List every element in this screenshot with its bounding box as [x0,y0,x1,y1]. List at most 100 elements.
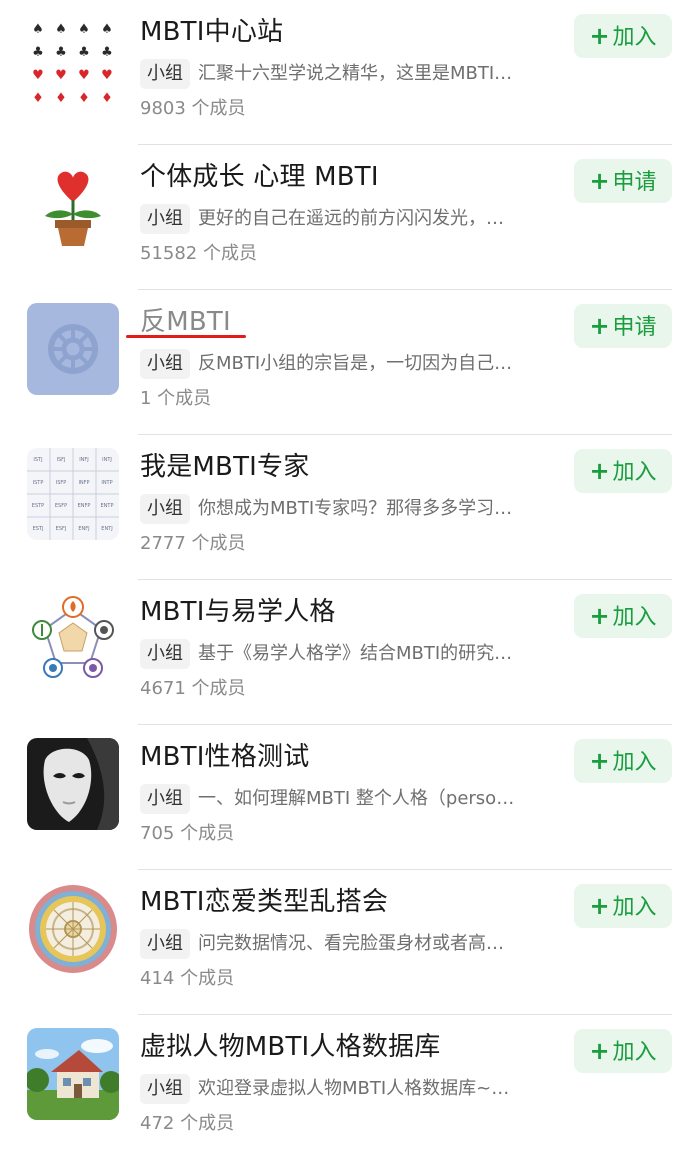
apply-button-label: 申请 [612,315,657,340]
svg-text:ISFJ: ISFJ [57,457,66,463]
group-description: 基于《易学人格学》结合MBTI的研究… [198,643,513,664]
plus-icon: + [589,1037,610,1065]
member-count: 1 个成员 [140,388,212,409]
highlight-underline [126,335,246,338]
svg-text:ENTJ: ENTJ [101,526,112,532]
group-description: 更好的自己在遥远的前方闪闪发光，… [198,208,504,229]
svg-text:♠: ♠ [32,22,44,37]
svg-text:ISTJ: ISTJ [33,457,42,463]
svg-text:♠: ♠ [55,22,67,37]
group-row-mbti-center[interactable]: ♠ ♠ ♠ ♠ ♣ ♣ ♣ ♣ ♥ ♥ ♥ ♥ ♦ ♦ ♦ ♦ MBTI中心站 … [0,0,700,145]
member-count: 51582 个成员 [140,243,257,264]
group-row-mbti-expert[interactable]: ISTJ ISFJ INFJ INTJ ISTP ISFP INFP INTP ESTP ES… [0,435,700,580]
white-mask-photo-icon[interactable] [27,738,119,830]
group-name[interactable]: 我是MBTI专家 [140,449,309,485]
svg-text:♦: ♦ [101,91,113,105]
svg-text:♣: ♣ [55,45,67,60]
group-type-tag: 小组 [140,59,190,89]
anime-house-scene-icon[interactable] [27,1028,119,1120]
join-button-label: 加入 [612,605,657,630]
svg-text:♣: ♣ [32,45,44,60]
group-type-tag: 小组 [140,929,190,959]
default-group-icon[interactable] [27,303,119,395]
plus-icon: + [589,457,610,485]
heart-flower-pot-icon[interactable] [27,158,119,250]
join-button-label: 加入 [612,1040,657,1065]
svg-text:ESTJ: ESTJ [33,526,44,532]
group-name[interactable]: 个体成长 心理 MBTI [140,159,379,195]
group-row-personal-growth[interactable]: 个体成长 心理 MBTI 小组 更好的自己在遥远的前方闪闪发光，… 51582 … [0,145,700,290]
plus-icon: + [589,312,610,340]
svg-text:INFJ: INFJ [79,457,89,463]
group-list: ♠ ♠ ♠ ♠ ♣ ♣ ♣ ♣ ♥ ♥ ♥ ♥ ♦ ♦ ♦ ♦ MBTI中心站 … [0,0,700,1154]
group-description: 欢迎登录虚拟人物MBTI人格数据库~… [198,1078,510,1099]
svg-text:ENFP: ENFP [78,503,91,509]
svg-text:♥: ♥ [78,68,90,83]
svg-text:♣: ♣ [78,45,90,60]
group-type-tag: 小组 [140,784,190,814]
plus-icon: + [589,167,610,195]
svg-text:INTJ: INTJ [102,457,112,463]
svg-text:♦: ♦ [55,91,67,105]
svg-text:ISTP: ISTP [33,480,44,486]
circular-mandala-icon[interactable] [27,883,119,975]
svg-text:♠: ♠ [101,22,113,37]
svg-text:INFP: INFP [78,480,89,486]
svg-text:♥: ♥ [32,68,44,83]
group-type-tag: 小组 [140,204,190,234]
group-row-mbti-yixue[interactable]: MBTI与易学人格 小组 基于《易学人格学》结合MBTI的研究… 4671 个成… [0,580,700,725]
svg-text:♠: ♠ [78,22,90,37]
group-name[interactable]: 虚拟人物MBTI人格数据库 [140,1029,440,1065]
plus-icon: + [589,22,610,50]
svg-text:INTP: INTP [101,480,112,486]
group-description: 你想成为MBTI专家吗？那得多多学习… [198,498,513,519]
svg-text:ENTP: ENTP [101,503,114,509]
group-description: 反MBTI小组的宗旨是，一切因为自己… [198,353,513,374]
svg-text:♦: ♦ [78,91,90,105]
join-button[interactable]: + 加入 [574,449,672,493]
group-row-anti-mbti[interactable]: 反MBTI 小组 反MBTI小组的宗旨是，一切因为自己… 1 个成员 + 申请 [0,290,700,435]
svg-text:♥: ♥ [101,68,113,83]
join-button[interactable]: + 加入 [574,14,672,58]
member-count: 705 个成员 [140,823,235,844]
group-name[interactable]: MBTI与易学人格 [140,594,336,630]
group-type-tag: 小组 [140,349,190,379]
svg-text:♣: ♣ [101,45,113,60]
mbti-type-table-icon[interactable]: ISTJ ISFJ INFJ INTJ ISTP ISFP INFP INTP ESTP ES… [27,448,119,540]
svg-text:ESTP: ESTP [32,503,44,509]
plus-icon: + [589,747,610,775]
join-button-label: 加入 [612,460,657,485]
member-count: 472 个成员 [140,1113,235,1134]
group-description: 汇聚十六型学说之精华，这里是MBTI… [198,63,513,84]
member-count: 414 个成员 [140,968,235,989]
join-button[interactable]: + 加入 [574,594,672,638]
group-name[interactable]: MBTI性格测试 [140,739,309,775]
apply-button[interactable]: + 申请 [574,304,672,348]
svg-text:ENFJ: ENFJ [78,526,89,532]
join-button[interactable]: + 加入 [574,1029,672,1073]
svg-text:ESFJ: ESFJ [56,526,67,532]
group-description: 一、如何理解MBTI 整个人格（perso… [198,788,515,809]
group-type-tag: 小组 [140,494,190,524]
join-button[interactable]: + 加入 [574,884,672,928]
member-count: 2777 个成员 [140,533,246,554]
apply-button[interactable]: + 申请 [574,159,672,203]
member-count: 4671 个成员 [140,678,246,699]
svg-text:ISFP: ISFP [56,480,67,486]
group-row-mbti-test[interactable]: MBTI性格测试 小组 一、如何理解MBTI 整个人格（perso… 705 个… [0,725,700,870]
join-button-label: 加入 [612,25,657,50]
join-button-label: 加入 [612,895,657,920]
five-elements-diagram-icon[interactable] [27,593,119,685]
group-row-virtual-character-db[interactable]: 虚拟人物MBTI人格数据库 小组 欢迎登录虚拟人物MBTI人格数据库~… 472… [0,1015,700,1160]
playing-cards-grid-icon[interactable]: ♠ ♠ ♠ ♠ ♣ ♣ ♣ ♣ ♥ ♥ ♥ ♥ ♦ ♦ ♦ ♦ [27,13,119,105]
plus-icon: + [589,892,610,920]
svg-text:♦: ♦ [32,91,44,105]
svg-text:ESFP: ESFP [55,503,67,509]
join-button[interactable]: + 加入 [574,739,672,783]
group-name[interactable]: MBTI中心站 [140,14,283,50]
group-type-tag: 小组 [140,1074,190,1104]
group-type-tag: 小组 [140,639,190,669]
group-name[interactable]: MBTI恋爱类型乱搭会 [140,884,388,920]
apply-button-label: 申请 [612,170,657,195]
group-row-mbti-love[interactable]: MBTI恋爱类型乱搭会 小组 问完数据情况、看完脸蛋身材或者高… 414 个成员… [0,870,700,1015]
